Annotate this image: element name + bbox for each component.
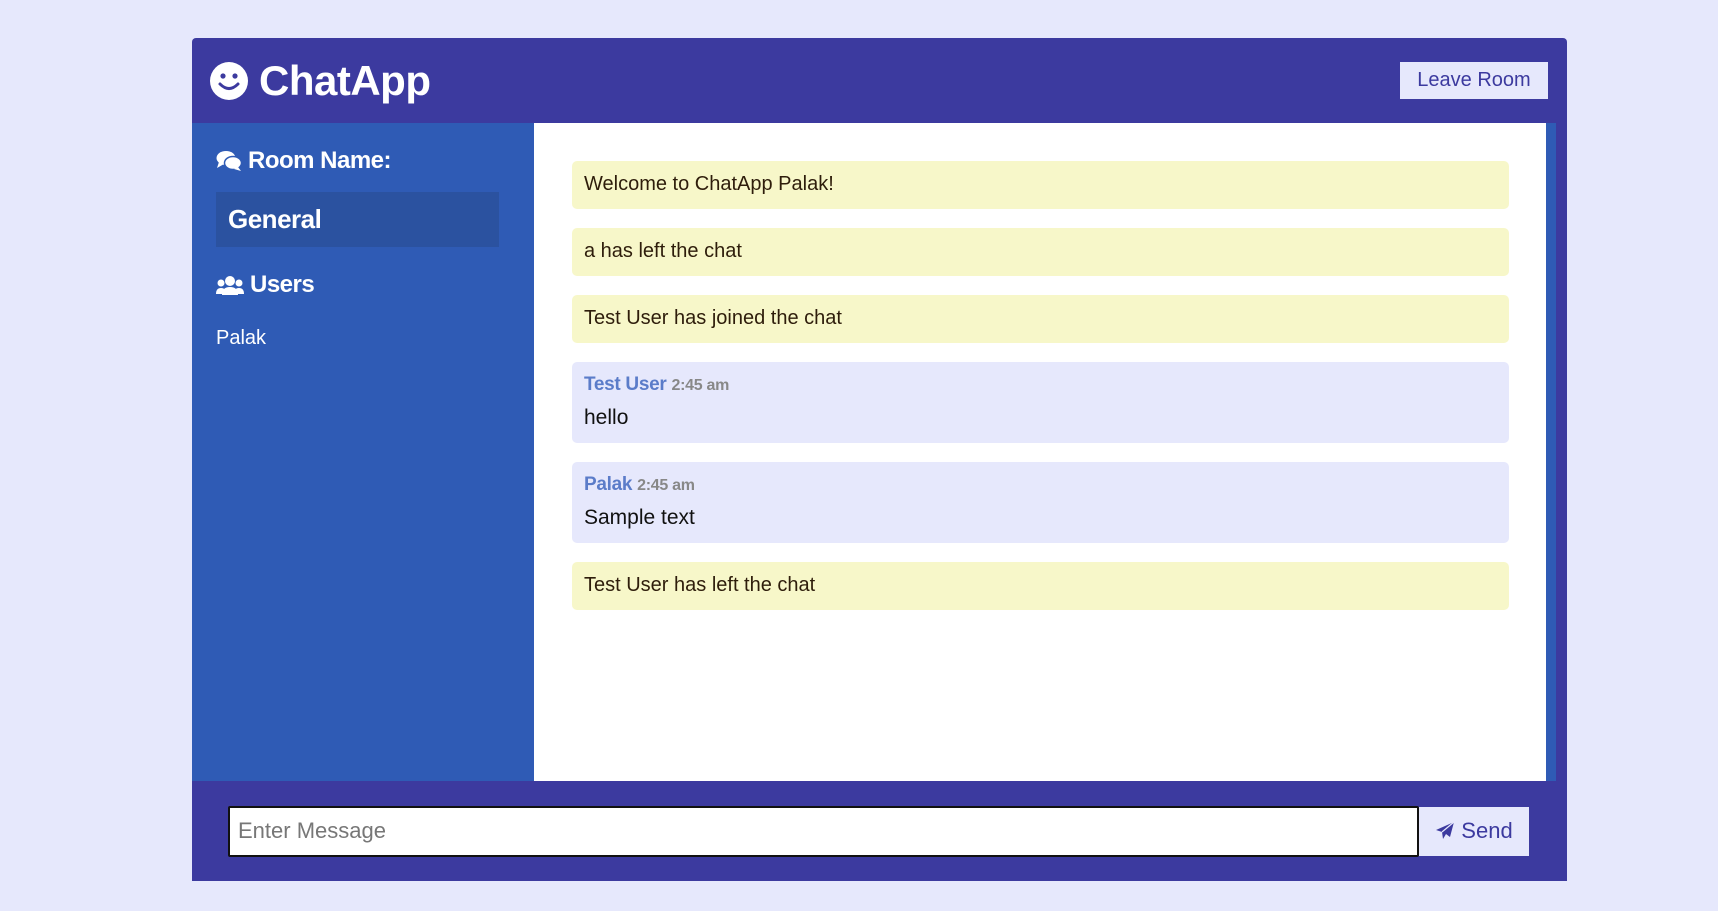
message-time: 2:45 am — [671, 377, 730, 394]
chat-message: Palak 2:45 am Sample text — [572, 462, 1509, 543]
smiley-icon — [210, 61, 248, 100]
comments-icon — [216, 151, 242, 171]
system-message: Welcome to ChatApp Palak! — [572, 161, 1509, 209]
message-author: Palak — [584, 474, 633, 495]
chat-sidebar: Room Name: General Users Palak — [192, 123, 534, 781]
message-time: 2:45 am — [637, 477, 695, 494]
chat-messages: Welcome to ChatApp Palak! a has left the… — [534, 123, 1556, 781]
app-header: ChatApp Leave Room — [192, 38, 1567, 123]
message-author: Test User — [584, 374, 667, 395]
leave-room-button[interactable]: Leave Room — [1400, 62, 1548, 99]
paper-plane-icon — [1436, 821, 1455, 839]
message-meta: Palak 2:45 am — [584, 474, 1497, 496]
user-list-item: Palak — [216, 327, 267, 349]
send-button-label: Send — [1461, 818, 1513, 843]
send-button[interactable]: Send — [1419, 806, 1529, 856]
message-input[interactable] — [228, 805, 1419, 857]
message-meta: Test User 2:45 am — [584, 374, 1497, 396]
system-message: Test User has left the chat — [572, 562, 1509, 610]
system-message: Test User has joined the chat — [572, 295, 1509, 343]
users-heading-label: Users — [250, 271, 315, 298]
chat-main: Room Name: General Users Palak Welcome t… — [192, 123, 1567, 781]
room-name-heading-label: Room Name: — [248, 147, 392, 174]
system-message: a has left the chat — [572, 228, 1509, 276]
chat-message: Test User 2:45 am hello — [572, 362, 1509, 443]
message-text: Sample text — [584, 506, 695, 529]
users-heading: Users — [216, 271, 534, 299]
message-text: hello — [584, 406, 629, 429]
room-name-heading: Room Name: — [216, 147, 534, 175]
user-list: Palak — [216, 327, 534, 350]
users-icon — [216, 276, 244, 295]
chat-composer: Send — [192, 781, 1567, 881]
room-name: General — [216, 192, 499, 247]
chat-app-window: ChatApp Leave Room Room Name: General Us… — [192, 38, 1567, 881]
app-title: ChatApp — [259, 56, 431, 104]
app-logo: ChatApp — [209, 56, 431, 105]
